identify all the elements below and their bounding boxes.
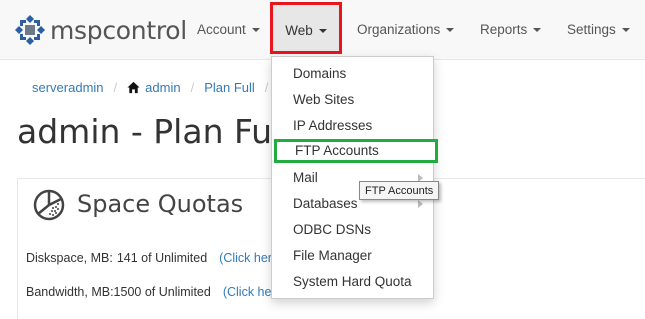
diskspace-row: Diskspace, MB: 141 of Unlimited (Click her xyxy=(26,251,272,265)
caret-down-icon xyxy=(621,28,630,33)
menu-item-label: Databases xyxy=(293,196,358,211)
nav-settings-label: Settings xyxy=(567,22,616,37)
breadcrumb-admin[interactable]: admin xyxy=(145,80,180,95)
breadcrumb-separator: / xyxy=(113,80,118,95)
menu-item-label: ODBC DSNs xyxy=(293,222,372,237)
breadcrumb-separator: / xyxy=(264,80,269,95)
caret-down-icon xyxy=(251,28,260,33)
menu-item-label: Domains xyxy=(293,66,347,81)
menu-item-label: File Manager xyxy=(293,248,372,263)
breadcrumb-plan[interactable]: Plan Full xyxy=(204,80,255,95)
menu-item-ftp-accounts[interactable]: FTP Accounts xyxy=(274,139,438,163)
diskspace-link[interactable]: (Click her xyxy=(219,251,272,265)
menu-item-odbc-dsns[interactable]: ODBC DSNs xyxy=(272,217,433,243)
diskspace-label: Diskspace, MB: xyxy=(26,251,113,265)
breadcrumb-serveradmin[interactable]: serveradmin xyxy=(32,80,104,95)
mspcontrol-logo-icon xyxy=(15,15,45,45)
home-icon xyxy=(127,81,140,94)
page-title: admin - Plan Full xyxy=(17,112,291,151)
caret-down-icon xyxy=(446,28,455,33)
menu-item-file-manager[interactable]: File Manager xyxy=(272,243,433,269)
bandwidth-value: 1500 of Unlimited xyxy=(113,285,211,299)
pie-chart-icon xyxy=(33,189,65,221)
submenu-arrow-icon xyxy=(418,200,423,208)
menu-item-label: Web Sites xyxy=(293,92,355,107)
top-navbar: mspcontrol Account Web Organizations Rep… xyxy=(0,0,645,60)
web-dropdown-menu: Domains Web Sites IP Addresses FTP Accou… xyxy=(271,56,438,299)
bandwidth-row: Bandwidth, MB:1500 of Unlimited (Click he xyxy=(26,285,271,299)
breadcrumb: serveradmin / admin / Plan Full / xyxy=(32,80,278,95)
menu-item-web-sites[interactable]: Web Sites xyxy=(272,87,433,113)
ftp-accounts-tooltip: FTP Accounts xyxy=(359,181,440,200)
nav-settings[interactable]: Settings xyxy=(567,0,630,60)
bandwidth-link[interactable]: (Click he xyxy=(223,285,272,299)
caret-down-icon xyxy=(318,29,327,34)
menu-item-ip-addresses[interactable]: IP Addresses xyxy=(272,113,433,139)
nav-web-label: Web xyxy=(285,23,313,38)
bandwidth-label: Bandwidth, MB: xyxy=(26,285,114,299)
nav-web[interactable]: Web xyxy=(270,2,342,54)
nav-reports[interactable]: Reports xyxy=(480,0,542,60)
menu-item-domains[interactable]: Domains xyxy=(272,61,433,87)
menu-item-system-hard-quota[interactable]: System Hard Quota xyxy=(272,269,433,295)
menu-item-label: System Hard Quota xyxy=(293,274,412,289)
brand-name: mspcontrol xyxy=(50,15,187,45)
breadcrumb-separator: / xyxy=(190,80,195,95)
caret-down-icon xyxy=(533,28,542,33)
diskspace-value: 141 of Unlimited xyxy=(116,251,208,265)
menu-item-label: Mail xyxy=(293,170,318,185)
nav-account-label: Account xyxy=(197,22,246,37)
brand-logo[interactable]: mspcontrol xyxy=(14,14,187,46)
menu-item-label: FTP Accounts xyxy=(295,143,379,158)
menu-item-label: IP Addresses xyxy=(293,118,373,133)
nav-account[interactable]: Account xyxy=(197,0,260,60)
space-quotas-title: Space Quotas xyxy=(77,190,244,218)
nav-organizations-label: Organizations xyxy=(357,22,441,37)
nav-reports-label: Reports xyxy=(480,22,528,37)
nav-organizations[interactable]: Organizations xyxy=(357,0,455,60)
